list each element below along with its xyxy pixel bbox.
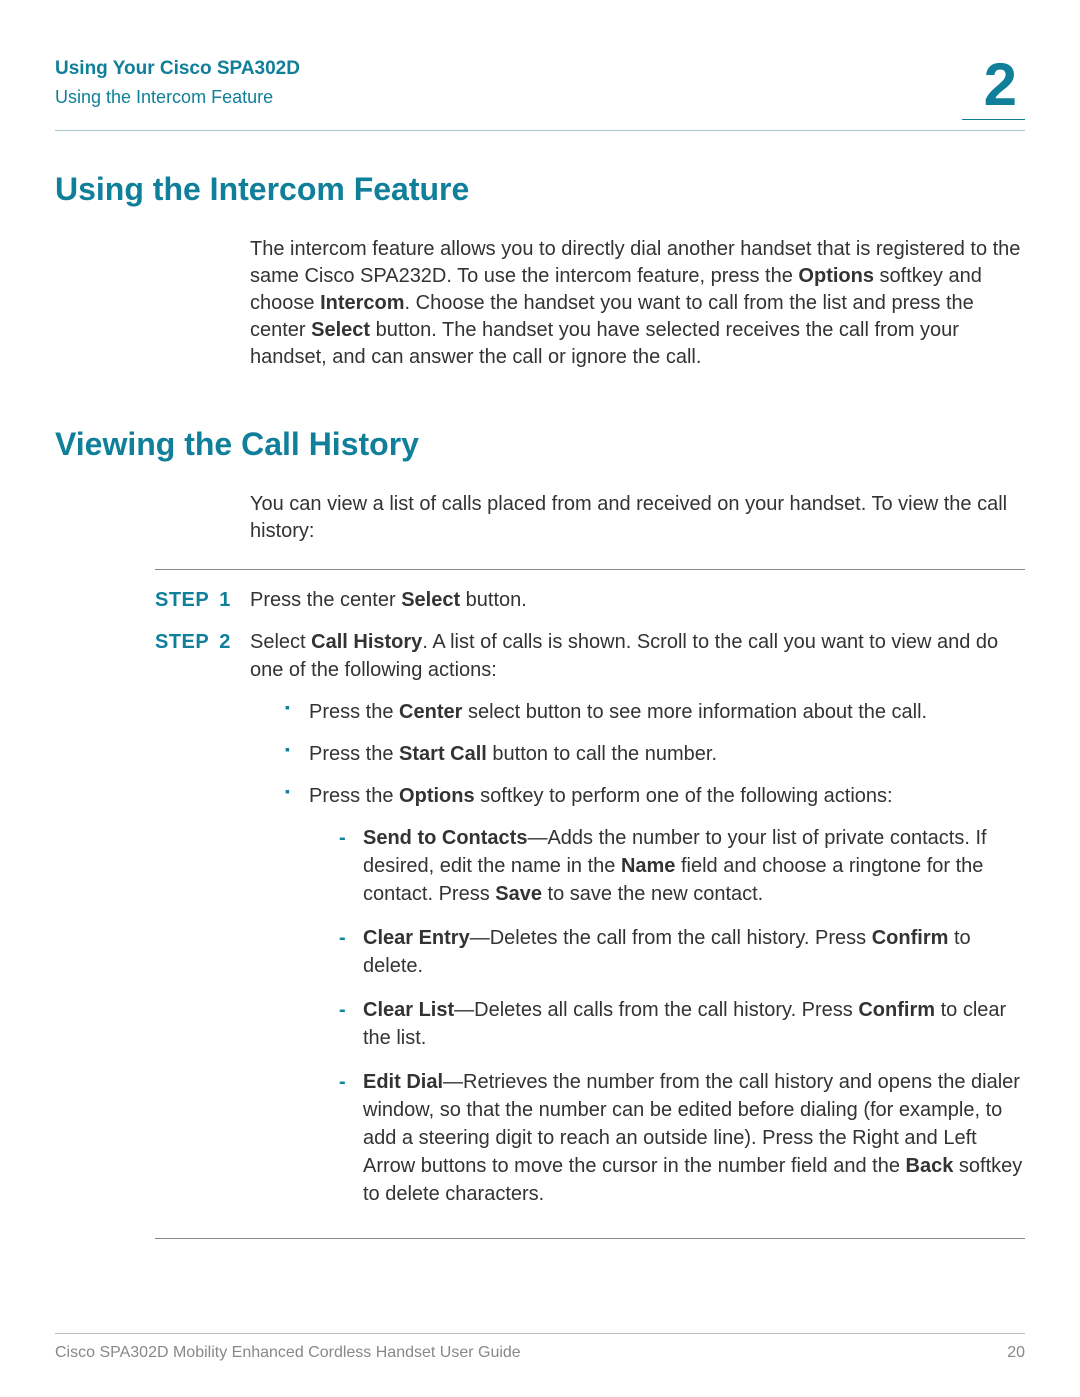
list-item: Edit Dial—Retrieves the number from the … [339, 1068, 1025, 1208]
page-header: Using Your Cisco SPA302D Using the Inter… [55, 55, 1025, 120]
list-item: Press the Options softkey to perform one… [285, 782, 1025, 1208]
chapter-number: 2 [962, 55, 1025, 120]
list-item: Clear List—Deletes all calls from the ca… [339, 996, 1025, 1052]
steps-top-rule [155, 569, 1025, 570]
section-heading-call-history: Viewing the Call History [55, 426, 1025, 463]
header-subtitle: Using the Intercom Feature [55, 84, 300, 111]
step-label: STEP1 [155, 586, 250, 614]
list-item: Send to Contacts—Adds the number to your… [339, 824, 1025, 908]
header-rule [55, 130, 1025, 131]
step-row: STEP2Select Call History. A list of call… [155, 628, 1025, 1224]
list-item: Press the Start Call button to call the … [285, 740, 1025, 768]
steps-bottom-rule [155, 1238, 1025, 1239]
list-item: Press the Center select button to see mo… [285, 698, 1025, 726]
steps-container: STEP1Press the center Select button.STEP… [155, 555, 1025, 1255]
footer-rule [55, 1333, 1025, 1334]
step-row: STEP1Press the center Select button. [155, 586, 1025, 614]
header-title: Using Your Cisco SPA302D [55, 55, 300, 84]
sub-list: Send to Contacts—Adds the number to your… [309, 824, 1025, 1208]
section-heading-intercom: Using the Intercom Feature [55, 171, 1025, 208]
step-text: Select Call History. A list of calls is … [250, 628, 1025, 1224]
intercom-paragraph: The intercom feature allows you to direc… [250, 236, 1025, 371]
bullet-list: Press the Center select button to see mo… [250, 698, 1025, 1208]
list-item: Clear Entry—Deletes the call from the ca… [339, 924, 1025, 980]
call-history-intro: You can view a list of calls placed from… [250, 491, 1025, 545]
step-label: STEP2 [155, 628, 250, 1224]
footer-page-number: 20 [1007, 1344, 1025, 1362]
step-text: Press the center Select button. [250, 586, 1025, 614]
page-footer: Cisco SPA302D Mobility Enhanced Cordless… [55, 1333, 1025, 1362]
footer-guide-title: Cisco SPA302D Mobility Enhanced Cordless… [55, 1344, 521, 1362]
